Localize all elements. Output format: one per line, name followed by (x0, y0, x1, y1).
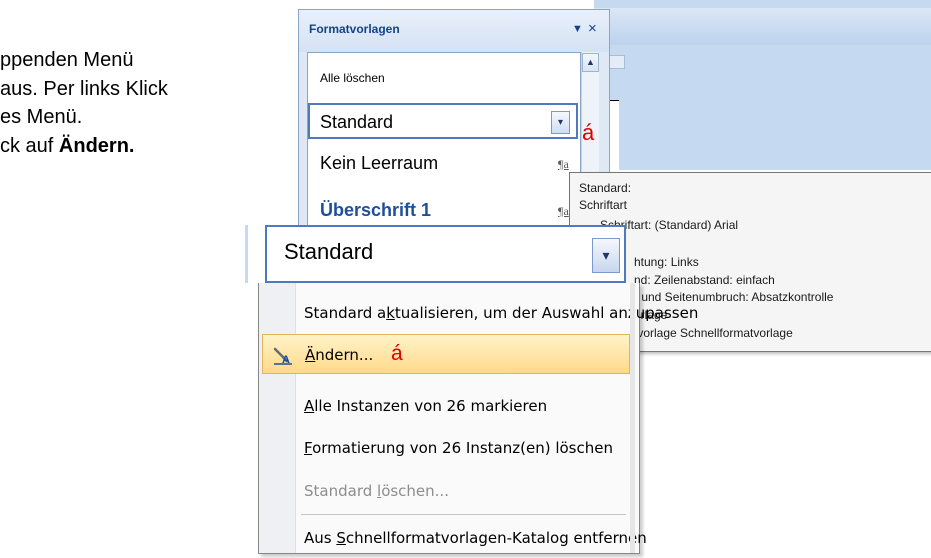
menu-right-edge (630, 283, 635, 553)
tooltip-line: - und Seitenumbruch: Absatzkontrolle (634, 290, 834, 304)
scroll-up-icon[interactable]: ▲ (582, 53, 599, 72)
label-part: chnellformatvorlagen-Katalog entfernen (345, 529, 647, 547)
label-part: Standard a (304, 304, 387, 322)
access-key: k (386, 304, 395, 322)
menu-item-remove-from-gallery[interactable]: Aus Schnellformatvorlagen-Katalog entfer… (262, 518, 647, 558)
label-part: öschen... (381, 482, 449, 500)
label-part: ndern... (315, 346, 374, 364)
chevron-down-icon[interactable]: ▾ (551, 111, 570, 134)
tooltip-line: nd: Zeilenabstand: einfach (634, 273, 775, 287)
menu-item-label: Ändern... (305, 346, 373, 364)
style-context-menu: Standard aktualisieren, um der Auswahl a… (258, 283, 698, 554)
access-key: A (304, 397, 315, 415)
menu-item-label: Formatierung von 26 Instanz(en) löschen (304, 439, 613, 457)
menu-separator (301, 514, 626, 515)
menu-item-update-standard[interactable]: Standard aktualisieren, um der Auswahl a… (262, 293, 698, 333)
chevron-down-icon[interactable]: ▾ (592, 238, 620, 273)
styles-list: Alle löschen Standard ▾ Kein Leerraum ¶a… (307, 52, 581, 235)
label-part: Aus (304, 529, 337, 547)
menu-item-select-all-instances[interactable]: Alle Instanzen von 26 markieren (262, 386, 630, 426)
clear-all-item[interactable]: Alle löschen (320, 71, 590, 85)
paragraph-mark-icon: ¶a (558, 204, 569, 218)
label-part: ormatierung von 26 Instanz(en) löschen (312, 439, 613, 457)
doc-text-line-4: ck auf Ändern. (0, 135, 134, 158)
doc-text-line-4-prefix: ck auf (0, 135, 59, 157)
style-item-kein-leerraum[interactable]: Kein Leerraum (320, 153, 590, 174)
menu-item-label: Aus Schnellformatvorlagen-Katalog entfer… (304, 529, 647, 547)
doc-text-line-1: ppenden Menü (0, 49, 134, 71)
label-part: Standard (304, 482, 378, 500)
access-key: Ä (305, 346, 316, 364)
styles-pane-header: Formatvorlagen ▼ × (299, 10, 609, 52)
close-icon[interactable]: × (588, 20, 597, 37)
combo-left-divider (245, 225, 248, 283)
menu-item-aendern[interactable]: A Ändern... á (262, 334, 630, 374)
red-pointer-marker: á (582, 120, 595, 145)
access-key: S (336, 529, 346, 547)
tooltip-line: tvorlage Schnellformatvorlage (634, 326, 793, 340)
ribbon-strip (594, 8, 931, 45)
style-item-standard-label: Standard (320, 112, 394, 132)
tooltip-line: Standard: (579, 181, 632, 195)
menu-item-clear-formatting[interactable]: Formatierung von 26 Instanz(en) löschen (262, 428, 630, 468)
tooltip-line: Schriftart (579, 198, 628, 212)
doc-text-line-2: aus. Per links Klick (0, 78, 168, 100)
style-item-standard[interactable]: Standard ▾ (308, 103, 578, 139)
doc-text-line-4-bold: Ändern. (58, 135, 135, 157)
menu-item-delete-standard: Standard löschen... (262, 471, 630, 511)
styles-pane-title: Formatvorlagen (309, 22, 400, 36)
menu-item-label: Alle Instanzen von 26 markieren (304, 397, 547, 415)
red-pointer-marker: á (391, 342, 403, 365)
access-key: F (304, 439, 313, 457)
style-combobox-value: Standard (284, 239, 374, 264)
pane-options-dropdown-icon[interactable]: ▼ (572, 23, 583, 35)
modify-style-icon: A (273, 347, 292, 365)
doc-text-line-3: es Menü. (0, 106, 83, 128)
styles-pane: Formatvorlagen ▼ × Alle löschen Standard… (298, 9, 610, 236)
menu-item-label: Standard löschen... (304, 482, 449, 500)
label-part: tualisieren, um der Auswahl anzupassen (394, 304, 699, 322)
style-item-ueberschrift-1[interactable]: Überschrift 1 (320, 200, 590, 221)
menu-item-label: Standard aktualisieren, um der Auswahl a… (304, 304, 698, 322)
label-part: lle Instanzen von 26 markieren (314, 397, 548, 415)
style-combobox[interactable]: Standard ▾ (265, 225, 626, 283)
tooltip-line: htung: Links (634, 255, 699, 269)
paragraph-mark-icon: ¶a (558, 157, 569, 171)
